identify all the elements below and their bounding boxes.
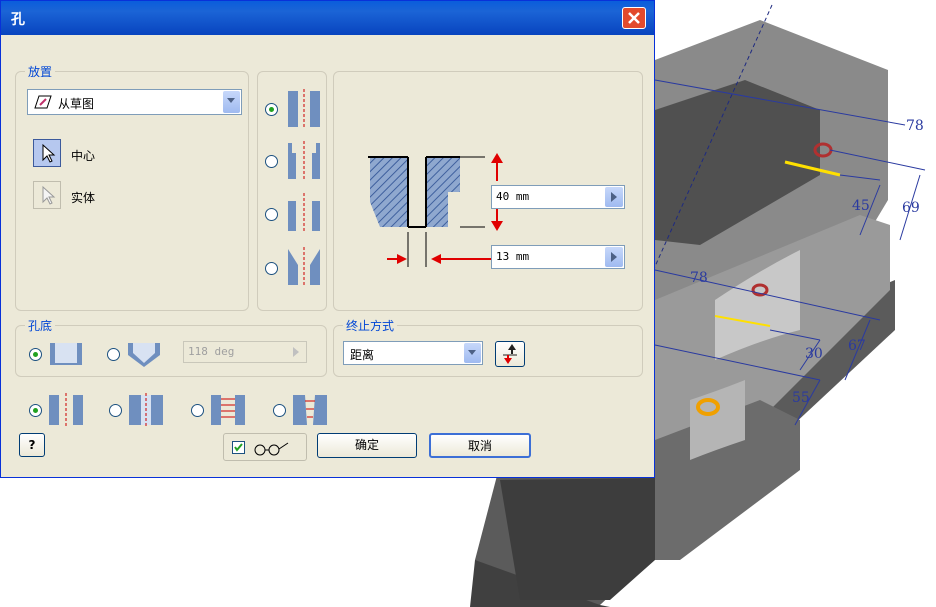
center-select-button[interactable] bbox=[33, 139, 61, 167]
hole-type-radio-countersink[interactable] bbox=[265, 262, 278, 275]
depth-arrow-button[interactable] bbox=[605, 187, 623, 207]
flip-direction-icon bbox=[503, 344, 517, 364]
simple-hole-icon bbox=[288, 89, 320, 129]
dialog-title: 孔 bbox=[11, 12, 25, 28]
hole-type-radio-counterbore[interactable] bbox=[265, 155, 278, 168]
hole-style-radio-plain[interactable] bbox=[29, 404, 42, 417]
diameter-value: 13 mm bbox=[496, 250, 530, 263]
solid-label: 实体 bbox=[71, 191, 96, 205]
tapped-hole-icon bbox=[211, 395, 245, 425]
help-icon: ? bbox=[28, 438, 36, 452]
hole-style-radio-clearance[interactable] bbox=[109, 404, 122, 417]
hole-type-radio-spotface[interactable] bbox=[265, 208, 278, 221]
diameter-arrow-button[interactable] bbox=[605, 247, 623, 267]
dimension-label: 30 bbox=[805, 346, 823, 362]
ok-button[interactable]: 确定 bbox=[317, 433, 417, 458]
countersink-icon bbox=[288, 247, 320, 287]
title-bar[interactable]: 孔 bbox=[1, 1, 654, 35]
drill-point-flat-radio[interactable] bbox=[29, 348, 42, 361]
chevron-right-icon bbox=[293, 347, 299, 357]
help-button[interactable]: ? bbox=[19, 433, 45, 457]
placement-source-value: 从草图 bbox=[58, 97, 95, 111]
taper-tapped-hole-icon bbox=[293, 395, 327, 425]
diameter-arrow-icon bbox=[387, 254, 493, 264]
clearance-hole-icon bbox=[129, 393, 163, 427]
chevron-right-icon bbox=[611, 252, 617, 262]
dialog-client: 放置 从草图 中心 实体 40 mm 13 mm 孔底 118 deg 终止方式… bbox=[5, 35, 650, 475]
dimension-label: 45 bbox=[852, 198, 870, 214]
dimension-label: 69 bbox=[902, 200, 920, 216]
preview-toggle[interactable] bbox=[223, 433, 307, 461]
hole-style-radio-tapped[interactable] bbox=[191, 404, 204, 417]
placement-source-select[interactable]: 从草图 bbox=[27, 89, 242, 115]
dimension-label: 55 bbox=[792, 390, 810, 406]
center-label: 中心 bbox=[71, 149, 96, 163]
close-button[interactable] bbox=[622, 7, 646, 29]
close-icon bbox=[628, 12, 640, 24]
depth-value: 40 mm bbox=[496, 190, 530, 203]
counterbore-icon bbox=[288, 141, 320, 181]
drill-angle-input: 118 deg bbox=[183, 341, 307, 363]
diameter-input[interactable]: 13 mm bbox=[491, 245, 625, 269]
flip-direction-button[interactable] bbox=[495, 341, 525, 367]
hole-type-radio-simple[interactable] bbox=[265, 103, 278, 116]
plain-hole-icon bbox=[49, 393, 83, 427]
checkmark-icon bbox=[234, 443, 243, 452]
placement-group-label: 放置 bbox=[25, 63, 56, 80]
cursor-icon bbox=[42, 185, 56, 205]
drill-point-angle-radio[interactable] bbox=[107, 348, 120, 361]
chevron-down-icon[interactable] bbox=[464, 343, 481, 363]
depth-input[interactable]: 40 mm bbox=[491, 185, 625, 209]
chevron-down-icon[interactable] bbox=[223, 91, 240, 113]
drill-point-group-label: 孔底 bbox=[25, 317, 56, 334]
glasses-icon bbox=[254, 442, 289, 456]
lower-front bbox=[500, 478, 655, 600]
cancel-button[interactable]: 取消 bbox=[429, 433, 531, 458]
dimension-label: 78 bbox=[906, 118, 924, 134]
hole-dialog: 孔 放置 从草图 中心 实体 40 mm 13 mm 孔底 118 deg 终止… bbox=[0, 0, 655, 478]
flat-bottom-icon bbox=[50, 343, 82, 365]
termination-select[interactable]: 距离 bbox=[343, 341, 483, 365]
chevron-right-icon bbox=[611, 192, 617, 202]
drill-angle-value: 118 deg bbox=[188, 345, 235, 358]
termination-group-label: 终止方式 bbox=[343, 317, 398, 334]
termination-value: 距离 bbox=[350, 348, 375, 362]
preview-checkbox[interactable] bbox=[232, 441, 245, 454]
dimension-label: 67 bbox=[848, 338, 866, 354]
angled-bottom-icon bbox=[128, 343, 160, 367]
dimension-label: 78 bbox=[690, 270, 708, 286]
solid-select-button[interactable] bbox=[33, 181, 61, 209]
sketch-icon bbox=[34, 95, 52, 109]
hole-style-radio-taper-tapped[interactable] bbox=[273, 404, 286, 417]
spotface-icon bbox=[288, 193, 320, 233]
cursor-icon bbox=[42, 143, 56, 163]
